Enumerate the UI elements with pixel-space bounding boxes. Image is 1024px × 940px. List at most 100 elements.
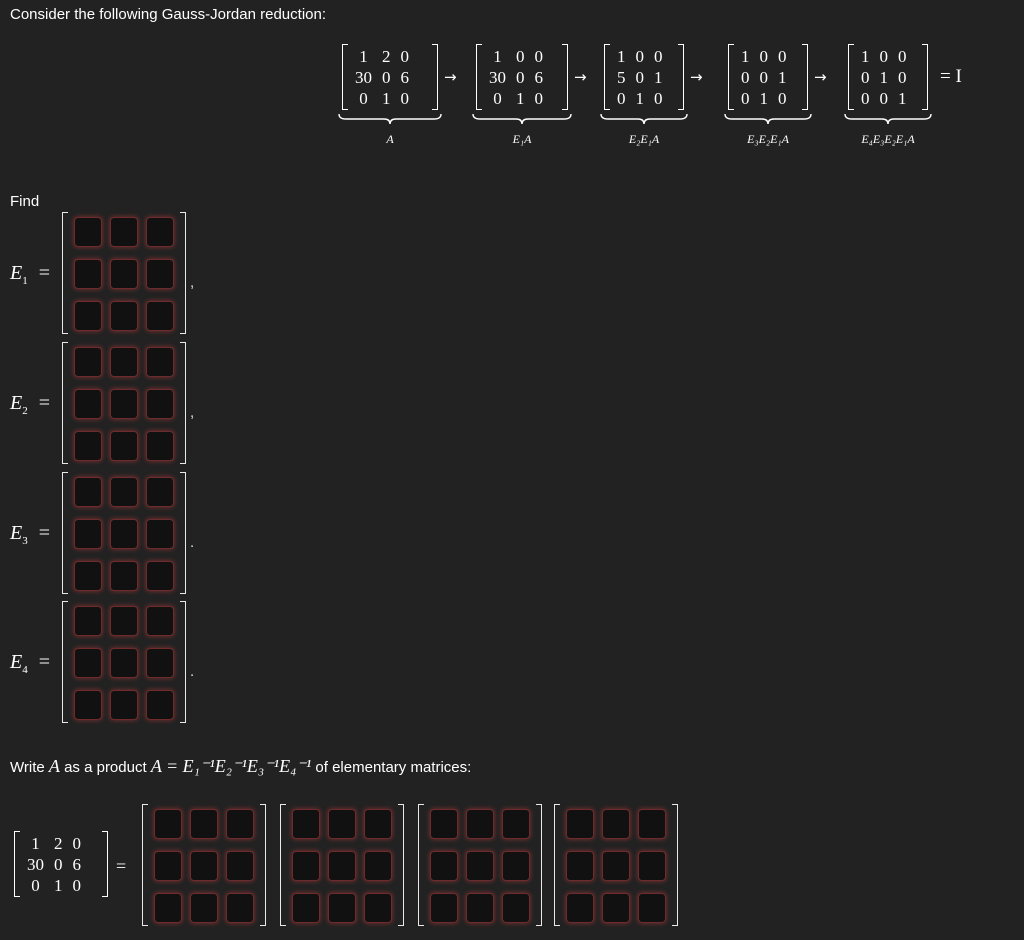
matrix-cell-input[interactable] [146, 431, 174, 461]
write-middle: as a product [64, 759, 147, 776]
matrix-cell-input[interactable] [154, 893, 182, 923]
matrix-cell-input[interactable] [154, 851, 182, 881]
matrix-cell-input[interactable] [638, 809, 666, 839]
matrix-cell-input[interactable] [146, 347, 174, 377]
matrix-cell-input[interactable] [466, 809, 494, 839]
underbrace [724, 113, 812, 125]
equals-sign: = [33, 522, 50, 544]
underbrace [844, 113, 932, 125]
underbrace-label: E₃E₂E₁A [747, 132, 789, 146]
matrix-cell-input[interactable] [146, 690, 174, 720]
matrix-cell-input[interactable] [502, 851, 530, 881]
matrix-cell-input[interactable] [110, 519, 138, 549]
matrix-cell-input[interactable] [638, 893, 666, 923]
elementary-matrix-4 [62, 601, 186, 723]
matrix-cell-input[interactable] [110, 347, 138, 377]
matrix-cell-input[interactable] [602, 809, 630, 839]
matrix-entry: 0 [635, 47, 645, 66]
matrix-cell-input[interactable] [74, 389, 102, 419]
matrix-cell-input[interactable] [110, 561, 138, 591]
elementary-label: E4 = [10, 651, 50, 676]
matrix-entry: 1 [359, 47, 368, 66]
matrix-cell-input[interactable] [226, 893, 254, 923]
matrix-cell-input[interactable] [328, 809, 356, 839]
matrix-cell-input[interactable] [364, 893, 392, 923]
matrix-cell-input[interactable] [602, 893, 630, 923]
matrix-cell-input[interactable] [74, 606, 102, 636]
matrix-cell-input[interactable] [364, 851, 392, 881]
matrix-cell-input[interactable] [190, 851, 218, 881]
matrix-cell-input[interactable] [74, 431, 102, 461]
matrix-cell-input[interactable] [110, 648, 138, 678]
matrix-cell-input[interactable] [110, 301, 138, 331]
matrix-cell-input[interactable] [190, 809, 218, 839]
matrix-cell-input[interactable] [74, 519, 102, 549]
matrix-cell-input[interactable] [430, 893, 458, 923]
matrix-cell-input[interactable] [110, 477, 138, 507]
matrix-cell-input[interactable] [110, 389, 138, 419]
matrix-cell-input[interactable] [146, 606, 174, 636]
matrix-cell-input[interactable] [74, 217, 102, 247]
matrix-cell-input[interactable] [146, 301, 174, 331]
matrix-cell-input[interactable] [292, 851, 320, 881]
matrix-cell-input[interactable] [146, 648, 174, 678]
matrix-entry: 1 [898, 89, 907, 108]
matrix-cell-input[interactable] [146, 217, 174, 247]
matrix-cell-input[interactable] [146, 477, 174, 507]
matrix-cell-input[interactable] [502, 893, 530, 923]
reduction-matrix: 1 0 0 30 0 6 0 1 0 [476, 44, 568, 110]
matrix-cell-input[interactable] [146, 561, 174, 591]
underbrace [472, 113, 572, 125]
matrix-entry: 0 [861, 68, 870, 87]
matrix-cell-input[interactable] [74, 561, 102, 591]
elementary-label: E3 = [10, 522, 50, 547]
matrix-cell-input[interactable] [292, 809, 320, 839]
matrix-cell-input[interactable] [292, 893, 320, 923]
matrix-cell-input[interactable] [328, 893, 356, 923]
matrix-cell-input[interactable] [466, 893, 494, 923]
matrix-cell-input[interactable] [110, 431, 138, 461]
matrix-cell-input[interactable] [146, 389, 174, 419]
matrix-cell-input[interactable] [226, 809, 254, 839]
matrix-cell-input[interactable] [566, 809, 594, 839]
inverse-matrix-1 [142, 804, 266, 926]
bracket-left [62, 342, 68, 464]
bracket-left [142, 804, 148, 926]
elementary-name: E [10, 392, 23, 414]
matrix-cell-input[interactable] [638, 851, 666, 881]
bracket-left [280, 804, 286, 926]
matrix-entry: 0 [516, 47, 525, 66]
matrix-cell-input[interactable] [226, 851, 254, 881]
matrix-cell-input[interactable] [74, 301, 102, 331]
matrix-cell-input[interactable] [430, 809, 458, 839]
matrix-cell-input[interactable] [74, 690, 102, 720]
matrix-entry: 1 [617, 47, 626, 66]
matrix-cell-input[interactable] [566, 851, 594, 881]
matrix-cell-input[interactable] [110, 690, 138, 720]
matrix-cell-input[interactable] [154, 809, 182, 839]
matrix-cell-input[interactable] [502, 809, 530, 839]
matrix-cell-input[interactable] [110, 606, 138, 636]
matrix-cell-input[interactable] [602, 851, 630, 881]
matrix-entry: 0 [654, 47, 663, 66]
find-label: Find [10, 193, 40, 210]
bracket-right [432, 44, 438, 110]
matrix-cell-input[interactable] [466, 851, 494, 881]
matrix-cell-input[interactable] [74, 477, 102, 507]
matrix-cell-input[interactable] [328, 851, 356, 881]
matrix-cell-input[interactable] [110, 259, 138, 289]
matrix-cell-input[interactable] [146, 259, 174, 289]
matrix-cell-input[interactable] [74, 648, 102, 678]
matrix-cell-input[interactable] [110, 217, 138, 247]
reduction-arrow: → [574, 68, 587, 86]
matrix-cell-input[interactable] [364, 809, 392, 839]
write-var: A [48, 756, 60, 776]
underbrace [338, 113, 442, 125]
matrix-cell-input[interactable] [74, 259, 102, 289]
matrix-cell-input[interactable] [566, 893, 594, 923]
matrix-cell-input[interactable] [146, 519, 174, 549]
matrix-cell-input[interactable] [430, 851, 458, 881]
matrix-cell-input[interactable] [74, 347, 102, 377]
elementary-matrix-3 [62, 472, 186, 594]
matrix-cell-input[interactable] [190, 893, 218, 923]
